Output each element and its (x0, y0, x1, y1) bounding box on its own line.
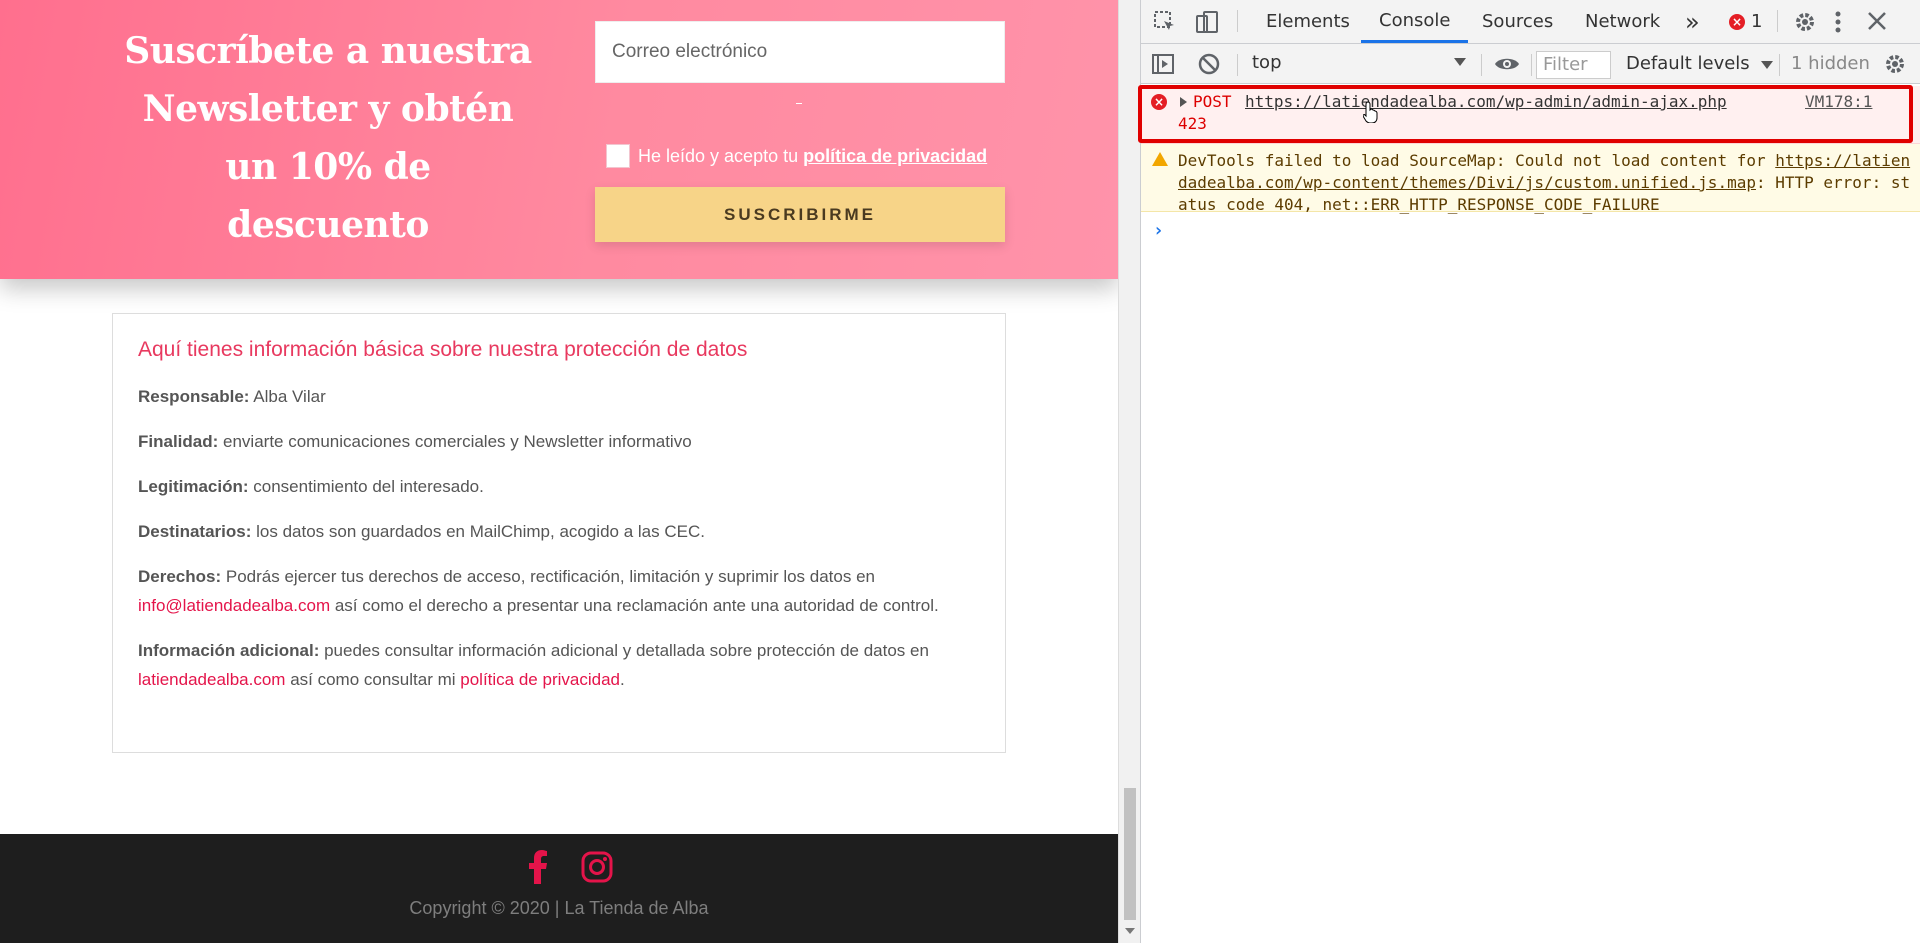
finalidad-value: enviarte comunicaciones comerciales y Ne… (223, 432, 692, 451)
kebab-menu-icon[interactable] (1834, 10, 1842, 34)
source-link[interactable]: VM178:1 (1805, 92, 1872, 111)
inspect-element-icon[interactable] (1153, 10, 1177, 34)
email-input[interactable]: Correo electrónico (595, 21, 1005, 83)
instagram-icon[interactable] (581, 851, 613, 888)
newsletter-section: Suscríbete a nuestra Newsletter y obtén … (0, 0, 1118, 279)
facebook-icon[interactable] (527, 850, 549, 889)
finalidad-label: Finalidad: (138, 432, 219, 451)
responsable-value: Alba Vilar (253, 387, 326, 406)
consent-label: He leído y acepto tu (638, 145, 799, 166)
derechos-label: Derechos: (138, 567, 222, 586)
devtools-tabbar: Elements Console Sources Network » × 1 (1141, 0, 1920, 44)
privacy-policy-link[interactable]: política de privacidad (803, 146, 987, 166)
consent-checkbox[interactable] (606, 144, 630, 168)
sidebar-toggle-icon[interactable] (1151, 52, 1175, 76)
destinatarios-label: Destinatarios: (138, 522, 252, 541)
derechos-text-end: así como el derecho a presentar una recl… (334, 596, 939, 615)
info-adicional-text: puedes consultar información adicional y… (324, 641, 929, 660)
devtools-panel: Elements Console Sources Network » × 1 t… (1140, 0, 1920, 943)
tab-console[interactable]: Console (1361, 0, 1469, 43)
web-page: Suscríbete a nuestra Newsletter y obtén … (0, 0, 1118, 943)
subscribe-button[interactable]: SUSCRIBIRME (595, 187, 1005, 242)
console-error-message[interactable]: × POST https://latiendadealba.com/wp-adm… (1141, 86, 1920, 144)
destinatarios-value: los datos son guardados en MailChimp, ac… (256, 522, 705, 541)
context-select[interactable]: top (1252, 52, 1466, 76)
separator (1531, 54, 1532, 76)
legitimacion-label: Legitimación: (138, 477, 249, 496)
status-code: 423 (1178, 114, 1207, 133)
consent-row: He leído y acepto tu política de privaci… (606, 144, 987, 168)
info-adicional-line: Información adicional: puedes consultar … (138, 636, 980, 694)
console-output: × POST https://latiendadealba.com/wp-adm… (1141, 84, 1920, 943)
close-icon[interactable] (1866, 10, 1888, 32)
live-expression-eye-icon[interactable] (1493, 52, 1521, 76)
legitimacion-value: consentimiento del interesado. (253, 477, 484, 496)
console-settings-gear-icon[interactable] (1883, 52, 1907, 76)
derechos-text: Podrás ejercer tus derechos de acceso, r… (225, 567, 875, 586)
scrollbar-thumb[interactable] (1124, 788, 1136, 920)
destinatarios-line: Destinatarios: los datos son guardados e… (138, 517, 980, 546)
more-tabs-icon[interactable]: » (1685, 0, 1700, 43)
responsable-line: Responsable: Alba Vilar (138, 382, 980, 411)
hand-cursor-icon (1362, 101, 1379, 128)
info-adicional-label: Información adicional: (138, 641, 320, 660)
settings-gear-icon[interactable] (1793, 10, 1817, 34)
tab-network[interactable]: Network (1585, 0, 1660, 43)
copyright: Copyright © 2020 | La Tienda de Alba (409, 898, 709, 918)
tab-elements[interactable]: Elements (1266, 0, 1350, 43)
request-url-link[interactable]: https://latiendadealba.com/wp-admin/admi… (1245, 92, 1727, 111)
tab-sources[interactable]: Sources (1482, 0, 1553, 43)
privacy-policy-link-2[interactable]: política de privacidad (460, 670, 620, 689)
clear-console-icon[interactable] (1197, 52, 1221, 76)
expand-triangle-icon[interactable] (1180, 97, 1187, 107)
console-warning-message: DevTools failed to load SourceMap: Could… (1141, 144, 1920, 214)
chevron-down-icon (1761, 61, 1774, 69)
device-toolbar-icon[interactable] (1195, 10, 1219, 34)
warning-icon (1152, 152, 1168, 166)
page-scrollbar[interactable] (1118, 0, 1140, 943)
responsable-label: Responsable: (138, 387, 250, 406)
warning-text: DevTools failed to load SourceMap: Could… (1178, 150, 1913, 216)
divider (796, 103, 802, 104)
contact-email-link[interactable]: info@latiendadealba.com (138, 596, 330, 615)
error-counter[interactable]: × 1 (1729, 0, 1762, 43)
context-value: top (1252, 52, 1282, 73)
footer: Copyright © 2020 | La Tienda de Alba (0, 834, 1118, 943)
info-adicional-text-2: así como consultar mi (290, 670, 456, 689)
separator (1481, 54, 1482, 76)
chevron-down-icon (1454, 58, 1466, 66)
filter-input[interactable]: Filter (1536, 51, 1611, 79)
separator (1779, 54, 1780, 76)
legitimacion-line: Legitimación: consentimiento del interes… (138, 472, 980, 501)
scroll-down-icon[interactable] (1125, 928, 1135, 934)
log-levels-dropdown[interactable]: Default levels (1626, 53, 1774, 74)
info-period: . (619, 670, 625, 689)
separator (1777, 10, 1778, 32)
social-icons (527, 850, 613, 889)
privacy-info-box: Aquí tienes información básica sobre nue… (112, 313, 1006, 753)
error-count: 1 (1751, 11, 1763, 32)
separator (1237, 54, 1238, 76)
error-icon: × (1729, 13, 1745, 30)
error-icon: × (1151, 94, 1167, 110)
screen: Suscríbete a nuestra Newsletter y obtén … (0, 0, 1920, 943)
finalidad-line: Finalidad: enviarte comunicaciones comer… (138, 427, 980, 456)
warning-prefix: DevTools failed to load SourceMap: Could… (1178, 151, 1766, 170)
hidden-count: 1 hidden (1791, 53, 1870, 74)
console-toolbar: top Filter Default levels 1 hidden (1141, 44, 1920, 84)
console-prompt[interactable]: › (1153, 220, 1164, 241)
separator (1237, 10, 1238, 32)
levels-label: Default levels (1626, 53, 1750, 74)
site-link[interactable]: latiendadealba.com (138, 670, 285, 689)
newsletter-title: Suscríbete a nuestra Newsletter y obtén … (124, 30, 532, 246)
derechos-line: Derechos: Podrás ejercer tus derechos de… (138, 562, 980, 620)
request-method: POST (1193, 92, 1232, 111)
privacy-title: Aquí tienes información básica sobre nue… (138, 338, 748, 361)
